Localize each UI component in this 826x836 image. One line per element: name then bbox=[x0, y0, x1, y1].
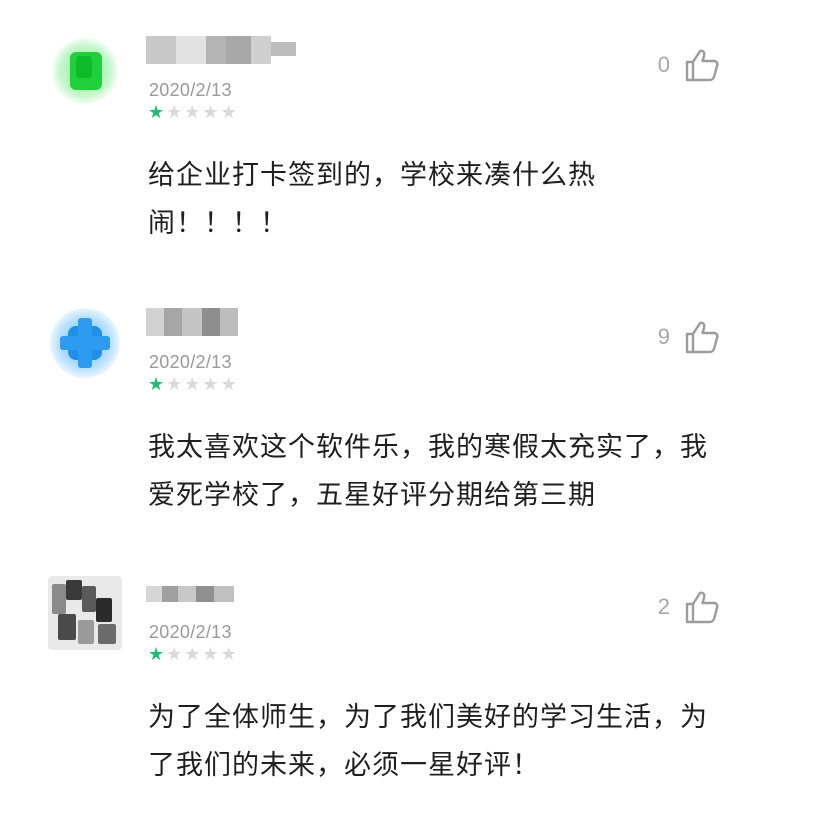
star-icon: ★ bbox=[202, 374, 219, 395]
review-date: 2020/2/13 bbox=[149, 80, 232, 100]
star-icon: ★ bbox=[220, 374, 237, 395]
review-text-line: 给企业打卡签到的，学校来凑什么热 bbox=[148, 160, 596, 191]
review-text-line: 我太喜欢这个软件乐，我的寒假太充实了，我 bbox=[148, 432, 708, 463]
review-text-line: 爱死学校了，五星好评分期给第三期 bbox=[148, 480, 596, 511]
star-icon: ★ bbox=[166, 644, 183, 665]
like-control[interactable]: 9 bbox=[650, 320, 720, 354]
avatar[interactable] bbox=[48, 306, 122, 380]
star-icon: ★ bbox=[148, 644, 165, 665]
review-text: 我太喜欢这个软件乐，我的寒假太充实了，我 爱死学校了，五星好评分期给第三期 bbox=[148, 424, 788, 520]
thumbs-up-icon[interactable] bbox=[684, 48, 720, 82]
star-icon: ★ bbox=[166, 374, 183, 395]
star-rating: ★ ★ ★ ★ ★ bbox=[148, 646, 237, 664]
review-item: 2020/2/13 ★ ★ ★ ★ ★ 2 为了全体师生，为了我们美好的学习生活… bbox=[0, 576, 826, 836]
star-icon: ★ bbox=[202, 644, 219, 665]
review-text-line: 了我们的未来，必须一星好评！ bbox=[148, 750, 540, 781]
star-icon: ★ bbox=[184, 102, 201, 123]
review-date: 2020/2/13 bbox=[149, 622, 232, 642]
thumbs-up-icon[interactable] bbox=[684, 590, 720, 624]
review-item: 2020/2/13 ★ ★ ★ ★ ★ 0 给企业打卡签到的，学校来凑什么热 闹… bbox=[0, 34, 826, 294]
review-text-line: 闹！！！！ bbox=[148, 208, 288, 239]
avatar[interactable] bbox=[48, 576, 122, 650]
username-blurred[interactable] bbox=[146, 308, 238, 336]
like-control[interactable]: 2 bbox=[650, 590, 720, 624]
star-icon: ★ bbox=[184, 374, 201, 395]
star-rating: ★ ★ ★ ★ ★ bbox=[148, 104, 237, 122]
like-count: 0 bbox=[657, 52, 670, 77]
review-text: 给企业打卡签到的，学校来凑什么热 闹！！！！ bbox=[148, 152, 788, 248]
username-blurred[interactable] bbox=[146, 578, 234, 606]
like-count: 9 bbox=[657, 324, 670, 349]
username-blurred[interactable] bbox=[146, 36, 296, 64]
star-icon: ★ bbox=[148, 102, 165, 123]
thumbs-up-icon[interactable] bbox=[684, 320, 720, 354]
star-icon: ★ bbox=[202, 102, 219, 123]
star-icon: ★ bbox=[184, 644, 201, 665]
like-control[interactable]: 0 bbox=[650, 48, 720, 82]
star-icon: ★ bbox=[220, 644, 237, 665]
review-text-line: 为了全体师生，为了我们美好的学习生活，为 bbox=[148, 702, 708, 733]
review-text: 为了全体师生，为了我们美好的学习生活，为 了我们的未来，必须一星好评！ bbox=[148, 694, 788, 790]
star-icon: ★ bbox=[166, 102, 183, 123]
review-item: 2020/2/13 ★ ★ ★ ★ ★ 9 我太喜欢这个软件乐，我的寒假太充实了… bbox=[0, 306, 826, 566]
star-rating: ★ ★ ★ ★ ★ bbox=[148, 376, 237, 394]
star-icon: ★ bbox=[220, 102, 237, 123]
star-icon: ★ bbox=[148, 374, 165, 395]
review-date: 2020/2/13 bbox=[149, 352, 232, 372]
avatar[interactable] bbox=[48, 34, 122, 108]
like-count: 2 bbox=[657, 594, 670, 619]
